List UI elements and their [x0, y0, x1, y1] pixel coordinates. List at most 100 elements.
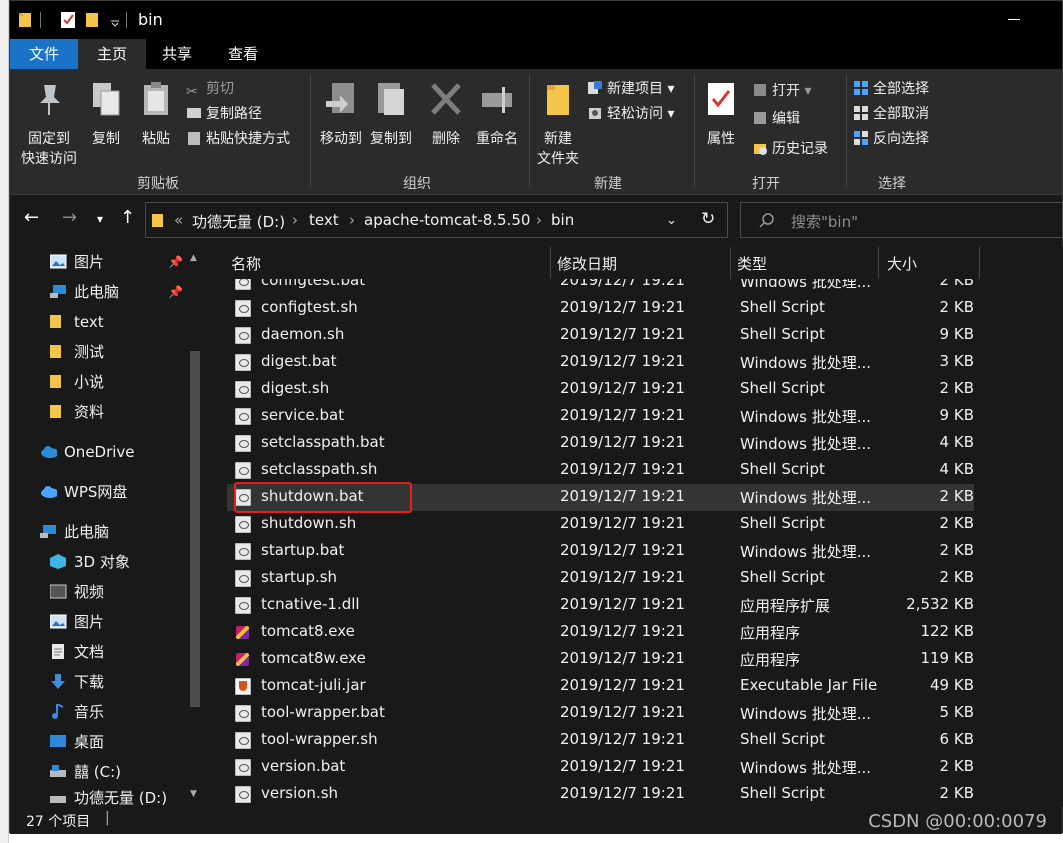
address-bar[interactable]: « 功德无量 (D:) › text › apache-tomcat-8.5.5… — [145, 202, 728, 238]
nav-item-pictures-pinned[interactable]: 图片 — [50, 247, 104, 277]
nav-item-drive-c[interactable]: 囍 (C:) — [50, 757, 121, 787]
scroll-up-icon[interactable]: ▲ — [190, 253, 197, 263]
refresh-icon[interactable]: ↻ — [701, 209, 715, 229]
breadcrumb-text[interactable]: text — [309, 211, 339, 229]
file-row[interactable]: shutdown.sh 2019/12/7 19:21 Shell Script 2 … — [227, 511, 974, 538]
customize-quick-access-icon[interactable] — [110, 10, 120, 30]
file-row[interactable]: startup.sh 2019/12/7 19:21 Shell Script 2 K… — [227, 565, 974, 592]
file-name: digest.sh — [261, 379, 330, 397]
nav-item-video[interactable]: 视频 — [50, 577, 104, 607]
breadcrumb-tomcat[interactable]: apache-tomcat-8.5.50 — [364, 211, 530, 229]
nav-pane-scrollbar[interactable]: ▲ ▼ — [186, 247, 204, 807]
tab-share[interactable]: 共享 — [152, 39, 202, 69]
new-folder-button[interactable]: 新建 文件夹 — [532, 81, 584, 169]
file-row[interactable]: daemon.sh 2019/12/7 19:21 Shell Script 9 KB — [227, 322, 974, 349]
cut-button[interactable]: ✂ 剪切 — [186, 77, 234, 101]
file-row[interactable]: digest.bat 2019/12/7 19:21 Windows 批处理... 3… — [227, 349, 974, 376]
nav-item-music[interactable]: 音乐 — [50, 697, 104, 727]
column-divider[interactable] — [878, 247, 879, 279]
overflow-chevron-icon[interactable]: « — [174, 211, 183, 229]
nav-item-novel[interactable]: 小说 — [50, 367, 104, 397]
file-row[interactable]: version.sh 2019/12/7 19:21 Shell Script 2 K… — [227, 781, 974, 807]
paste-label: 粘贴 — [142, 131, 170, 147]
nav-item-documents[interactable]: 文档 — [50, 637, 104, 667]
column-divider[interactable] — [730, 247, 731, 279]
file-row[interactable]: digest.sh 2019/12/7 19:21 Shell Script 2 KB — [227, 376, 974, 403]
pin-to-quick-access-button[interactable]: 固定到 快速访问 — [14, 81, 84, 169]
edit-button[interactable]: 编辑 — [752, 107, 800, 131]
file-row[interactable]: tomcat8.exe 2019/12/7 19:21 应用程序 122 KB — [227, 619, 974, 646]
paste-shortcut-button[interactable]: 粘贴快捷方式 — [186, 127, 290, 151]
file-date: 2019/12/7 19:21 — [560, 379, 685, 397]
history-button[interactable]: 历史记录 — [752, 137, 828, 161]
file-row[interactable]: service.bat 2019/12/7 19:21 Windows 批处理...… — [227, 403, 974, 430]
tab-home[interactable]: 主页 — [78, 39, 146, 69]
breadcrumb-bin[interactable]: bin — [551, 211, 574, 229]
delete-button[interactable]: 删除 — [424, 81, 468, 149]
file-row[interactable]: startup.bat 2019/12/7 19:21 Windows 批处理...… — [227, 538, 974, 565]
rename-button[interactable]: 重命名 — [472, 81, 522, 149]
nav-item-downloads[interactable]: 下载 — [50, 667, 104, 697]
nav-item-3d-objects[interactable]: 3D 对象 — [50, 547, 130, 577]
tab-view[interactable]: 查看 — [218, 39, 268, 69]
address-dropdown-chevron-icon[interactable]: ⌄ — [666, 213, 677, 228]
file-row[interactable]: tcnative-1.dll 2019/12/7 19:21 应用程序扩展 2,532… — [227, 592, 974, 619]
copy-path-button[interactable]: 复制路径 — [186, 102, 262, 126]
new-item-button[interactable]: 新建项目 ▾ — [587, 77, 674, 101]
file-row[interactable]: setclasspath.sh 2019/12/7 19:21 Shell Scri… — [227, 457, 974, 484]
file-row[interactable]: tool-wrapper.sh 2019/12/7 19:21 Shell Scri… — [227, 727, 974, 754]
column-date[interactable]: 修改日期 — [557, 253, 617, 274]
nav-item-test[interactable]: 测试 — [50, 337, 104, 367]
file-date: 2019/12/7 19:21 — [560, 433, 685, 451]
column-type[interactable]: 类型 — [737, 253, 767, 274]
history-icon — [754, 144, 767, 155]
forward-arrow-icon[interactable]: → — [62, 207, 77, 228]
file-date: 2019/12/7 19:21 — [560, 352, 685, 370]
file-row[interactable]: version.bat 2019/12/7 19:21 Windows 批处理...… — [227, 754, 974, 781]
breadcrumb-drive[interactable]: 功德无量 (D:) — [192, 211, 285, 232]
easy-access-button[interactable]: 轻松访问 ▾ — [587, 102, 674, 126]
file-row[interactable]: tomcat8w.exe 2019/12/7 19:21 应用程序 119 KB — [227, 646, 974, 673]
column-name[interactable]: 名称 — [231, 253, 261, 274]
paste-button[interactable]: 粘贴 — [136, 81, 176, 149]
select-all-button[interactable]: 全部选择 — [853, 77, 929, 101]
properties-button[interactable]: 属性 — [700, 81, 742, 149]
copy-to-button[interactable]: 复制到 — [366, 81, 416, 149]
new-folder-quick-icon[interactable] — [85, 10, 99, 30]
tab-file[interactable]: 文件 — [10, 39, 78, 69]
scroll-down-icon[interactable]: ▼ — [190, 789, 197, 799]
minimize-button[interactable] — [1008, 19, 1020, 20]
column-divider[interactable] — [979, 247, 980, 279]
nav-item-pictures[interactable]: 图片 — [50, 607, 104, 637]
file-row[interactable]: tool-wrapper.bat 2019/12/7 19:21 Windows 批… — [227, 700, 974, 727]
file-row[interactable]: configtest.sh 2019/12/7 19:21 Shell Script… — [227, 295, 974, 322]
properties-quick-icon[interactable] — [60, 10, 76, 30]
file-size: 2 KB — [939, 541, 974, 559]
copy-button[interactable]: 复制 — [86, 81, 126, 149]
search-box[interactable]: 搜索"bin" — [740, 202, 1063, 238]
nav-item-text[interactable]: text — [50, 307, 104, 337]
column-divider[interactable] — [550, 247, 551, 279]
up-arrow-icon[interactable]: ↑ — [120, 207, 135, 228]
nav-item-wps-drive[interactable]: WPS网盘 — [40, 477, 127, 507]
move-to-button[interactable]: 移动到 — [316, 81, 366, 149]
column-size[interactable]: 大小 — [887, 253, 917, 274]
nav-item-this-pc[interactable]: 此电脑 — [40, 517, 109, 547]
file-date: 2019/12/7 19:21 — [560, 730, 685, 748]
nav-item-drive-d[interactable]: 功德无量 (D:) — [50, 787, 167, 807]
history-label: 历史记录 — [772, 141, 828, 157]
nav-item-onedrive[interactable]: OneDrive — [40, 437, 135, 467]
recent-locations-chevron-icon[interactable]: ▾ — [97, 212, 103, 226]
select-none-button[interactable]: 全部取消 — [853, 102, 929, 126]
nav-item-materials[interactable]: 资料 — [50, 397, 104, 427]
pin-label-line1: 固定到 — [28, 131, 70, 147]
file-row[interactable]: setclasspath.bat 2019/12/7 19:21 Windows 批… — [227, 430, 974, 457]
script-file-icon — [235, 435, 251, 452]
back-arrow-icon[interactable]: ← — [24, 207, 39, 228]
file-row[interactable]: tomcat-juli.jar 2019/12/7 19:21 Executable… — [227, 673, 974, 700]
nav-item-desktop[interactable]: 桌面 — [50, 727, 104, 757]
nav-pane-scrollbar-thumb[interactable] — [190, 351, 200, 707]
nav-item-this-pc-pinned[interactable]: 此电脑 — [50, 277, 119, 307]
open-button[interactable]: 打开 ▾ — [752, 79, 811, 103]
invert-selection-button[interactable]: 反向选择 — [853, 127, 929, 151]
